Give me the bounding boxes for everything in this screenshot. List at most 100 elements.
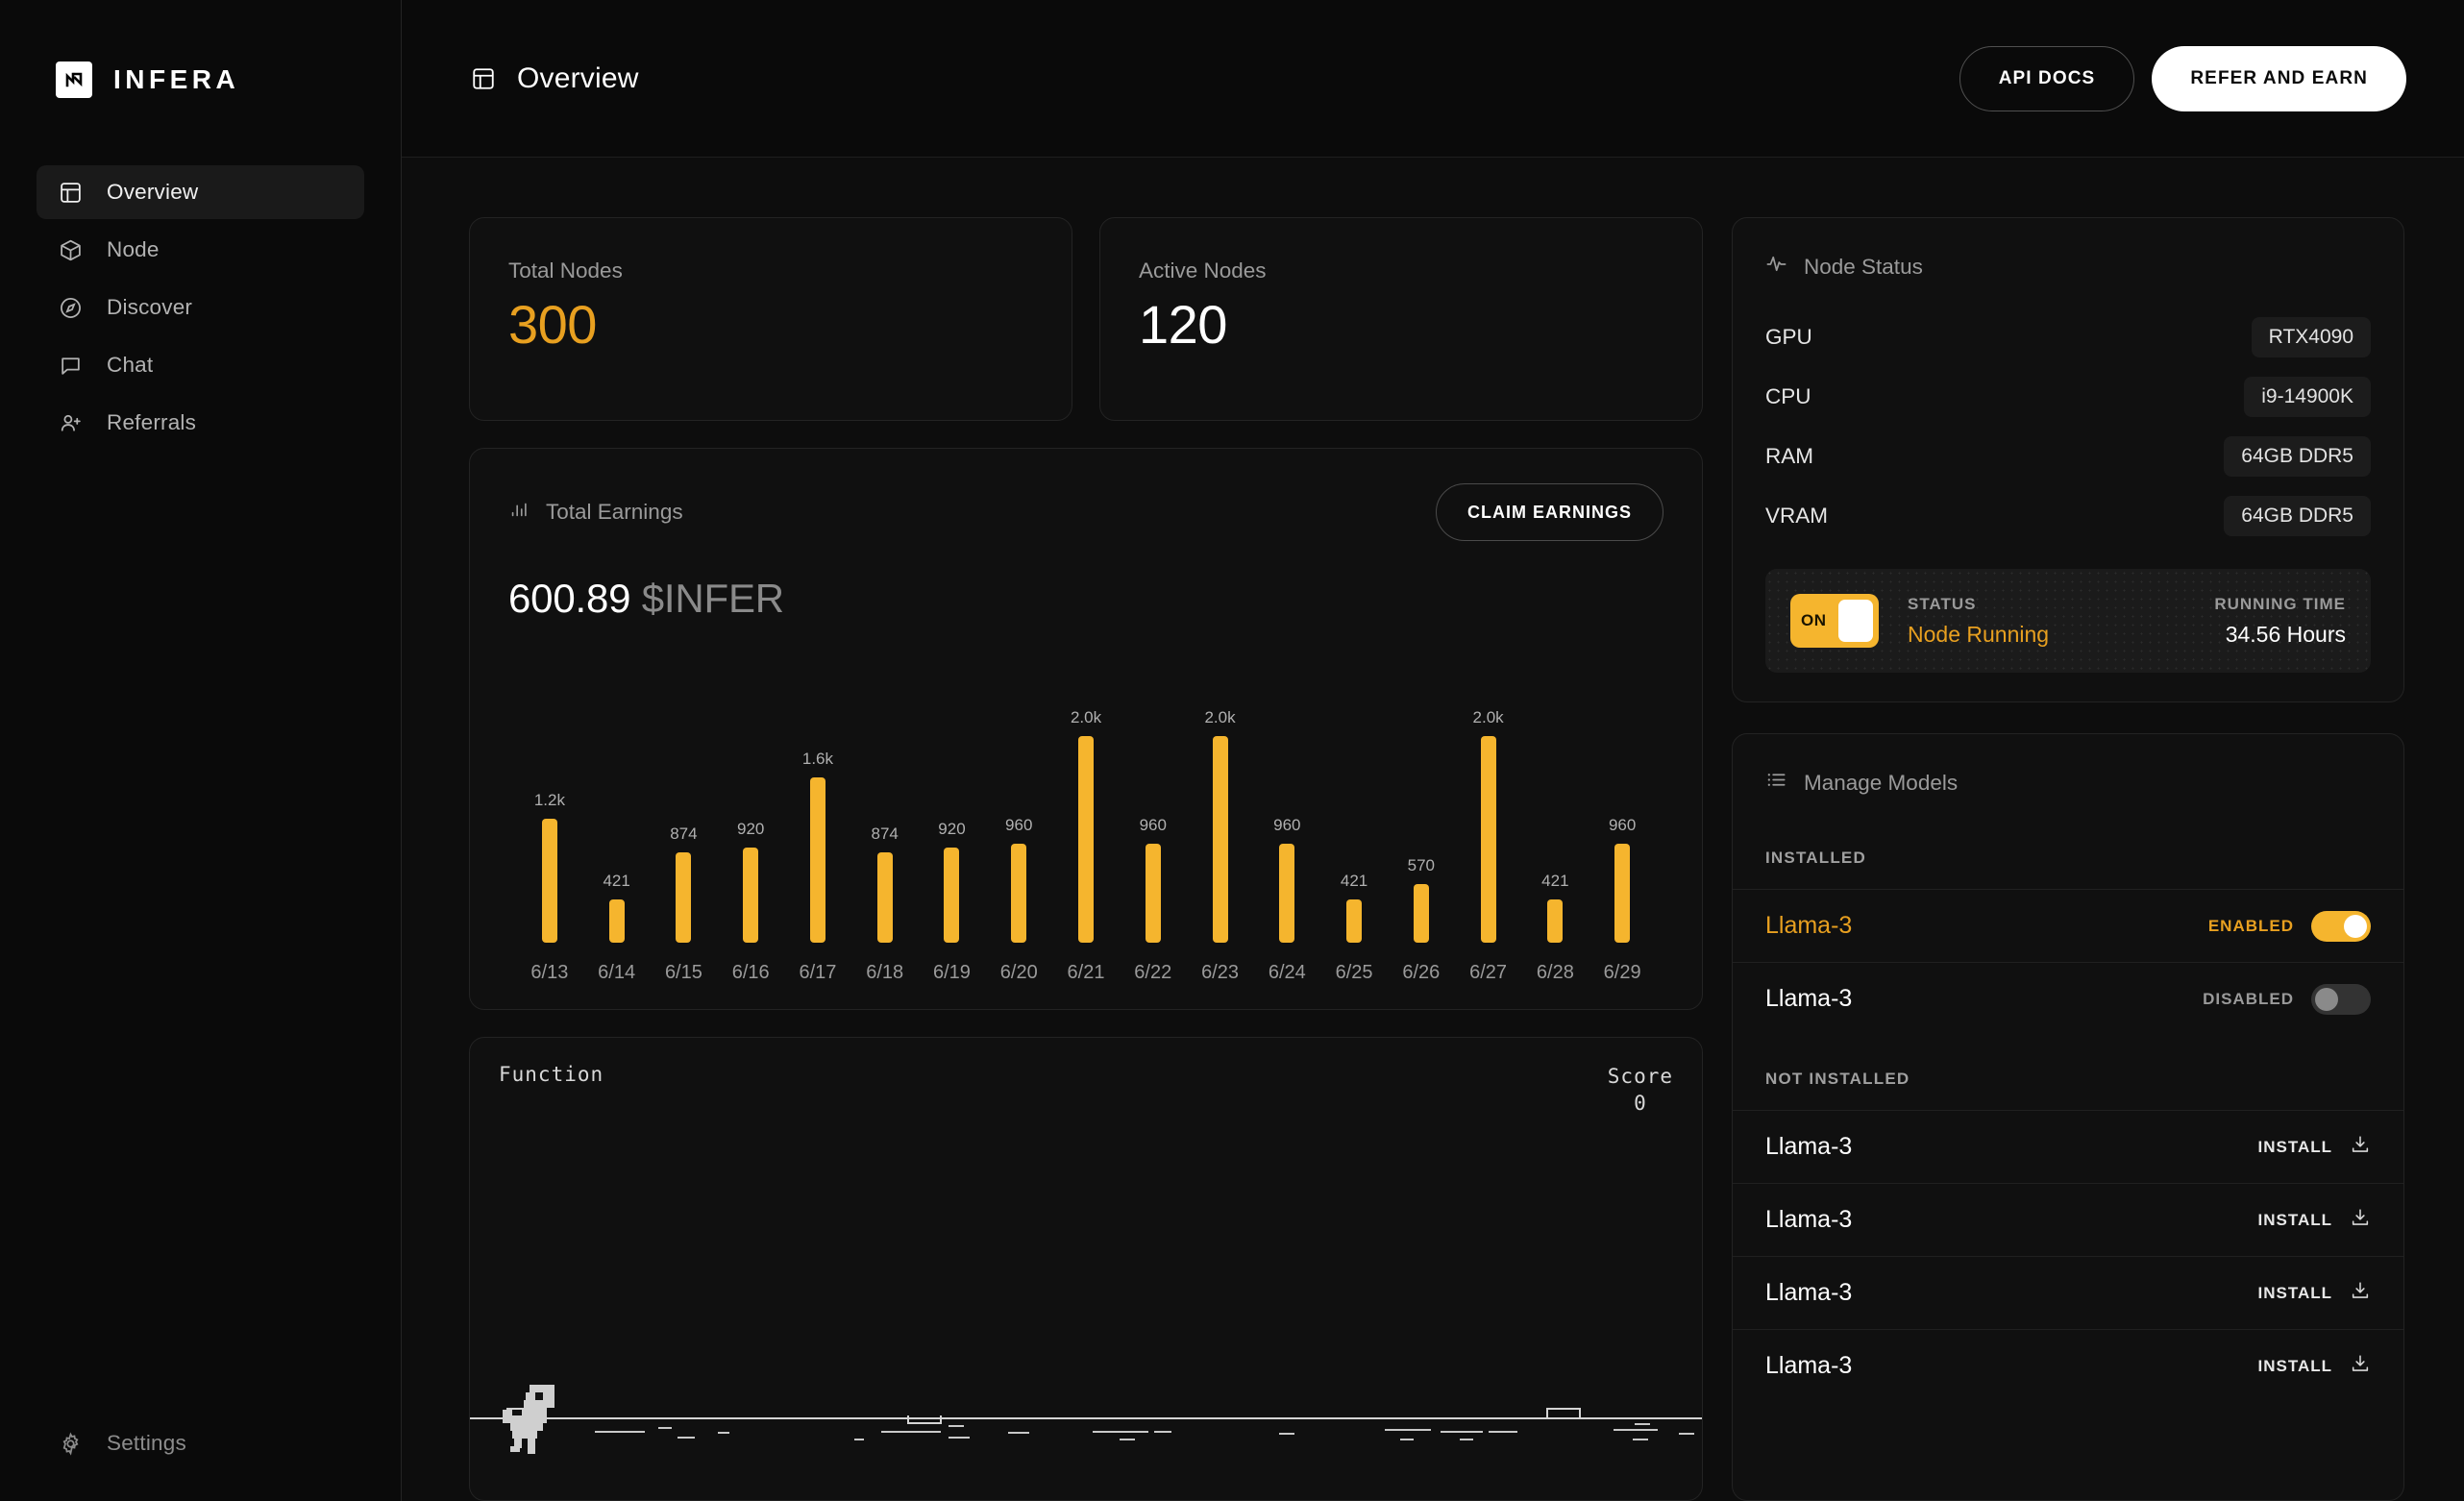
api-docs-button[interactable]: API DOCS [1959, 45, 2135, 111]
game-stage [470, 1373, 1702, 1479]
bar [743, 848, 759, 943]
bar-column: 960 [985, 674, 1052, 943]
sidebar-item-label: Discover [107, 295, 193, 319]
toggle-knob [1838, 600, 1873, 642]
bar-tick-label: 6/13 [530, 962, 569, 983]
gear-icon [58, 1431, 83, 1456]
dino-game-card[interactable]: Function Score 0 [469, 1037, 1703, 1501]
manage-models-title: Manage Models [1804, 770, 1959, 795]
bar-value-label: 1.6k [801, 750, 834, 768]
bar-column: 960 [1589, 674, 1656, 943]
sidebar-item-overview[interactable]: Overview [37, 165, 364, 219]
download-icon [2350, 1207, 2371, 1233]
bar [1078, 736, 1094, 943]
bar-value-label: 960 [1273, 815, 1301, 834]
chat-bubble-icon [58, 353, 83, 378]
model-enable-toggle[interactable] [2311, 910, 2371, 942]
node-spec-key: VRAM [1765, 504, 1829, 528]
toggle-knob [2315, 987, 2338, 1011]
model-row-actions: DISABLED [2203, 983, 2371, 1015]
bar-column: 1.6k [784, 674, 851, 943]
bar-value-label: 960 [1005, 815, 1033, 834]
install-button[interactable]: INSTALL [2257, 1284, 2332, 1303]
node-status-card: Node Status GPU RTX4090 CPU i9-14900K RAM 64G… [1732, 217, 2404, 702]
refer-and-earn-button[interactable]: REFER AND EARN [2152, 45, 2406, 111]
bar-column: 920 [717, 674, 784, 943]
sidebar-item-referrals[interactable]: Referrals [37, 396, 364, 450]
bar [1614, 843, 1631, 943]
install-button[interactable]: INSTALL [2257, 1138, 2332, 1157]
game-score-label: Score [1607, 1065, 1673, 1088]
sidebar-item-settings[interactable]: Settings [37, 1416, 364, 1470]
bar-value-label: 421 [1340, 871, 1368, 890]
bar-tick-label: 6/24 [1268, 962, 1306, 983]
bar [676, 852, 692, 943]
earnings-chart-axis: 6/13 6/14 6/15 6/16 6/17 6/18 6/19 6/20 6/21 6/22… [508, 962, 1663, 984]
bar-tick-label: 6/18 [866, 962, 904, 983]
cube-icon [58, 237, 83, 262]
install-button[interactable]: INSTALL [2257, 1357, 2332, 1376]
bar [1547, 898, 1564, 943]
model-row-actions: INSTALL [2257, 1134, 2371, 1160]
bar-column: 2.0k [1455, 674, 1522, 943]
installed-model-row[interactable]: Llama-3 ENABLED [1733, 889, 2403, 962]
bar-column: 874 [851, 674, 919, 943]
sidebar-item-label: Overview [107, 180, 199, 204]
bar-value-label: 874 [871, 824, 899, 844]
installed-models-list: Llama-3 ENABLED Llama-3 DISABLED [1733, 889, 2403, 1035]
stat-label: Active Nodes [1139, 258, 1267, 283]
bar [1480, 736, 1496, 943]
model-enable-toggle[interactable] [2311, 983, 2371, 1015]
layout-dashboard-icon [58, 180, 83, 205]
bar-column: 2.0k [1052, 674, 1120, 943]
node-status-block: STATUS Node Running [1908, 595, 2049, 648]
game-function-label: Function [499, 1063, 604, 1086]
bar-value-label: 960 [1139, 815, 1167, 834]
not-installed-model-row[interactable]: Llama-3 INSTALL [1733, 1256, 2403, 1329]
sidebar: INFERA Overview Node Discover Chat Refer… [0, 0, 402, 1501]
earnings-bar-chart: 1.2k 421 874 920 1.6k 874 920 960 2.0k 960 2.0k 960… [508, 674, 1663, 943]
not-installed-model-row[interactable]: Llama-3 INSTALL [1733, 1110, 2403, 1183]
bar-value-label: 2.0k [1472, 708, 1504, 726]
game-score-value: 0 [1634, 1092, 1647, 1116]
model-row-actions: ENABLED [2208, 910, 2371, 942]
bar-tick-label: 6/21 [1067, 962, 1105, 983]
user-plus-icon [58, 410, 83, 435]
not-installed-group-label: NOT INSTALLED [1765, 1070, 1910, 1088]
game-ground-bumps [470, 1408, 1702, 1424]
not-installed-model-row[interactable]: Llama-3 INSTALL [1733, 1329, 2403, 1402]
bar-value-label: 920 [938, 820, 966, 839]
game-header: Function Score 0 [499, 1063, 1673, 1118]
install-button[interactable]: INSTALL [2257, 1211, 2332, 1230]
sidebar-item-chat[interactable]: Chat [37, 338, 364, 392]
sidebar-item-discover[interactable]: Discover [37, 281, 364, 334]
bar [1011, 843, 1027, 943]
bar-tick-label: 6/15 [664, 962, 702, 983]
bar-tick-label: 6/19 [933, 962, 971, 983]
installed-group-label: INSTALLED [1765, 849, 1866, 867]
bar-column: 2.0k [1187, 674, 1254, 943]
topbar-actions: API DOCS REFER AND EARN [1959, 45, 2406, 111]
not-installed-model-row[interactable]: Llama-3 INSTALL [1733, 1183, 2403, 1256]
manage-models-header: Manage Models [1733, 769, 2403, 797]
installed-model-row[interactable]: Llama-3 DISABLED [1733, 962, 2403, 1035]
stat-label: Total Nodes [508, 258, 623, 283]
brand-name: INFERA [113, 64, 240, 94]
bar-chart-icon [508, 499, 530, 526]
bar-tick-label: 6/22 [1134, 962, 1172, 983]
bar [1212, 736, 1228, 943]
bar [1346, 898, 1363, 943]
node-power-toggle[interactable]: ON [1790, 594, 1879, 648]
node-spec-key: RAM [1765, 444, 1813, 468]
manage-models-title-group: Manage Models [1765, 769, 2371, 797]
sidebar-item-label: Chat [107, 353, 154, 377]
claim-earnings-button[interactable]: CLAIM EARNINGS [1436, 483, 1663, 541]
bar [1413, 883, 1429, 943]
sidebar-item-node[interactable]: Node [37, 223, 364, 277]
download-icon [2350, 1134, 2371, 1160]
sidebar-item-label: Settings [107, 1431, 186, 1455]
sidebar-footer: Settings [0, 1416, 401, 1501]
total-nodes-value: 300 [508, 294, 597, 355]
node-runtime-block: RUNNING TIME 34.56 Hours [2214, 595, 2346, 648]
node-spec-row: GPU RTX4090 [1765, 317, 2371, 357]
